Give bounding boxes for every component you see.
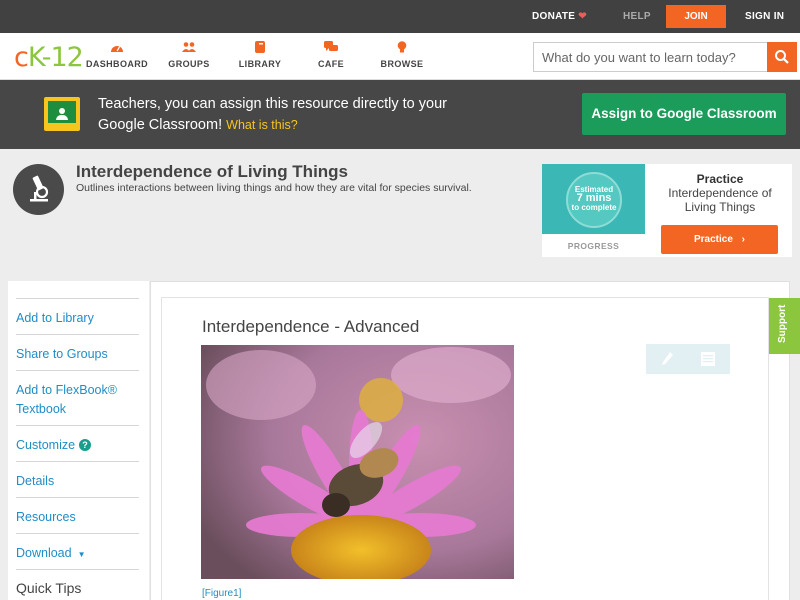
- estimated-time-badge: Estimated 7 mins to complete: [566, 172, 622, 228]
- banner-message: Teachers, you can assign this resource d…: [98, 94, 468, 136]
- nav-browse[interactable]: BROWSE: [367, 41, 437, 69]
- ck12-logo[interactable]: cK-12: [14, 42, 84, 73]
- users-icon: [182, 42, 196, 52]
- nav-groups[interactable]: GROUPS: [154, 41, 224, 69]
- google-classroom-icon: [44, 97, 80, 131]
- sidebar-resources[interactable]: Resources: [16, 497, 139, 527]
- heart-icon: ❤: [578, 11, 587, 22]
- assign-to-classroom-button[interactable]: Assign to Google Classroom: [582, 93, 786, 135]
- what-is-this-link[interactable]: What is this?: [226, 118, 298, 132]
- sidebar-customize[interactable]: Customize?: [16, 425, 139, 455]
- join-button[interactable]: JOIN: [666, 5, 726, 28]
- page-description: Outlines interactions between living thi…: [76, 182, 472, 194]
- sidebar-download[interactable]: Download ▼: [16, 533, 139, 564]
- sign-in-link[interactable]: SIGN IN: [745, 11, 784, 22]
- nav-library-label: LIBRARY: [238, 59, 282, 69]
- to-complete-label: to complete: [571, 203, 617, 212]
- pencil-icon[interactable]: [660, 351, 674, 367]
- progress-label: PROGRESS: [567, 241, 620, 251]
- nav-dashboard[interactable]: DASHBOARD: [82, 41, 152, 69]
- quick-tips-heading: Quick Tips: [16, 580, 82, 596]
- search-icon: [775, 50, 789, 64]
- search-button[interactable]: [767, 42, 797, 72]
- practice-card: Estimated 7 mins to complete PROGRESS Pr…: [542, 164, 792, 257]
- content-tools: [646, 344, 730, 374]
- lightbulb-icon: [397, 41, 407, 53]
- practice-subtitle: Interdependence of Living Things: [668, 186, 772, 214]
- support-tab[interactable]: Support: [769, 298, 800, 354]
- support-label: Support: [777, 304, 788, 343]
- donate-label: DONATE: [532, 11, 576, 22]
- sidebar-share-to-groups[interactable]: Share to Groups: [16, 334, 139, 364]
- help-icon[interactable]: ?: [79, 439, 92, 451]
- nav-dashboard-label: DASHBOARD: [85, 59, 149, 69]
- search-box: [533, 42, 797, 72]
- bee-on-flower-image: [201, 345, 514, 579]
- search-input[interactable]: [534, 43, 769, 71]
- donate-link[interactable]: DONATE ❤: [532, 11, 587, 22]
- logo-c: c: [14, 42, 29, 73]
- logo-k: K: [27, 42, 43, 73]
- sidebar-add-to-flexbook[interactable]: Add to FlexBook® Textbook: [16, 370, 139, 419]
- sidebar-divider: [16, 569, 139, 570]
- sidebar-add-to-library[interactable]: Add to Library: [16, 298, 139, 328]
- chat-icon: [324, 41, 338, 51]
- chevron-right-icon: ›: [741, 234, 746, 245]
- book-icon: [255, 41, 265, 53]
- page-title: Interdependence of Living Things: [76, 162, 349, 181]
- caret-down-icon: ▼: [77, 550, 86, 559]
- notes-icon[interactable]: [701, 352, 715, 366]
- microscope-icon: [13, 164, 64, 215]
- practice-button[interactable]: Practice ›: [661, 225, 778, 254]
- nav-browse-label: BROWSE: [380, 59, 424, 69]
- nav-cafe[interactable]: CAFE: [296, 41, 366, 69]
- practice-progress-graphic: Estimated 7 mins to complete: [542, 164, 645, 234]
- nav-library[interactable]: LIBRARY: [225, 41, 295, 69]
- practice-button-label: Practice: [693, 234, 733, 245]
- practice-title: Practice: [696, 172, 744, 186]
- figure-link[interactable]: [Figure1]: [202, 588, 241, 599]
- help-link[interactable]: HELP: [623, 11, 651, 22]
- gauge-icon: [111, 46, 123, 52]
- download-label: Download: [16, 546, 72, 560]
- nav-cafe-label: CAFE: [317, 59, 345, 69]
- logo-12: 12: [50, 42, 83, 73]
- nav-bar: cK-12 DASHBOARD GROUPS LIBRARY CAFE BROW…: [0, 33, 800, 80]
- customize-label: Customize: [16, 438, 76, 452]
- section-title: Interdependence - Advanced: [202, 317, 420, 336]
- nav-groups-label: GROUPS: [168, 59, 210, 69]
- top-bar: DONATE ❤ HELP JOIN SIGN IN: [0, 0, 800, 33]
- sidebar-details[interactable]: Details: [16, 461, 139, 491]
